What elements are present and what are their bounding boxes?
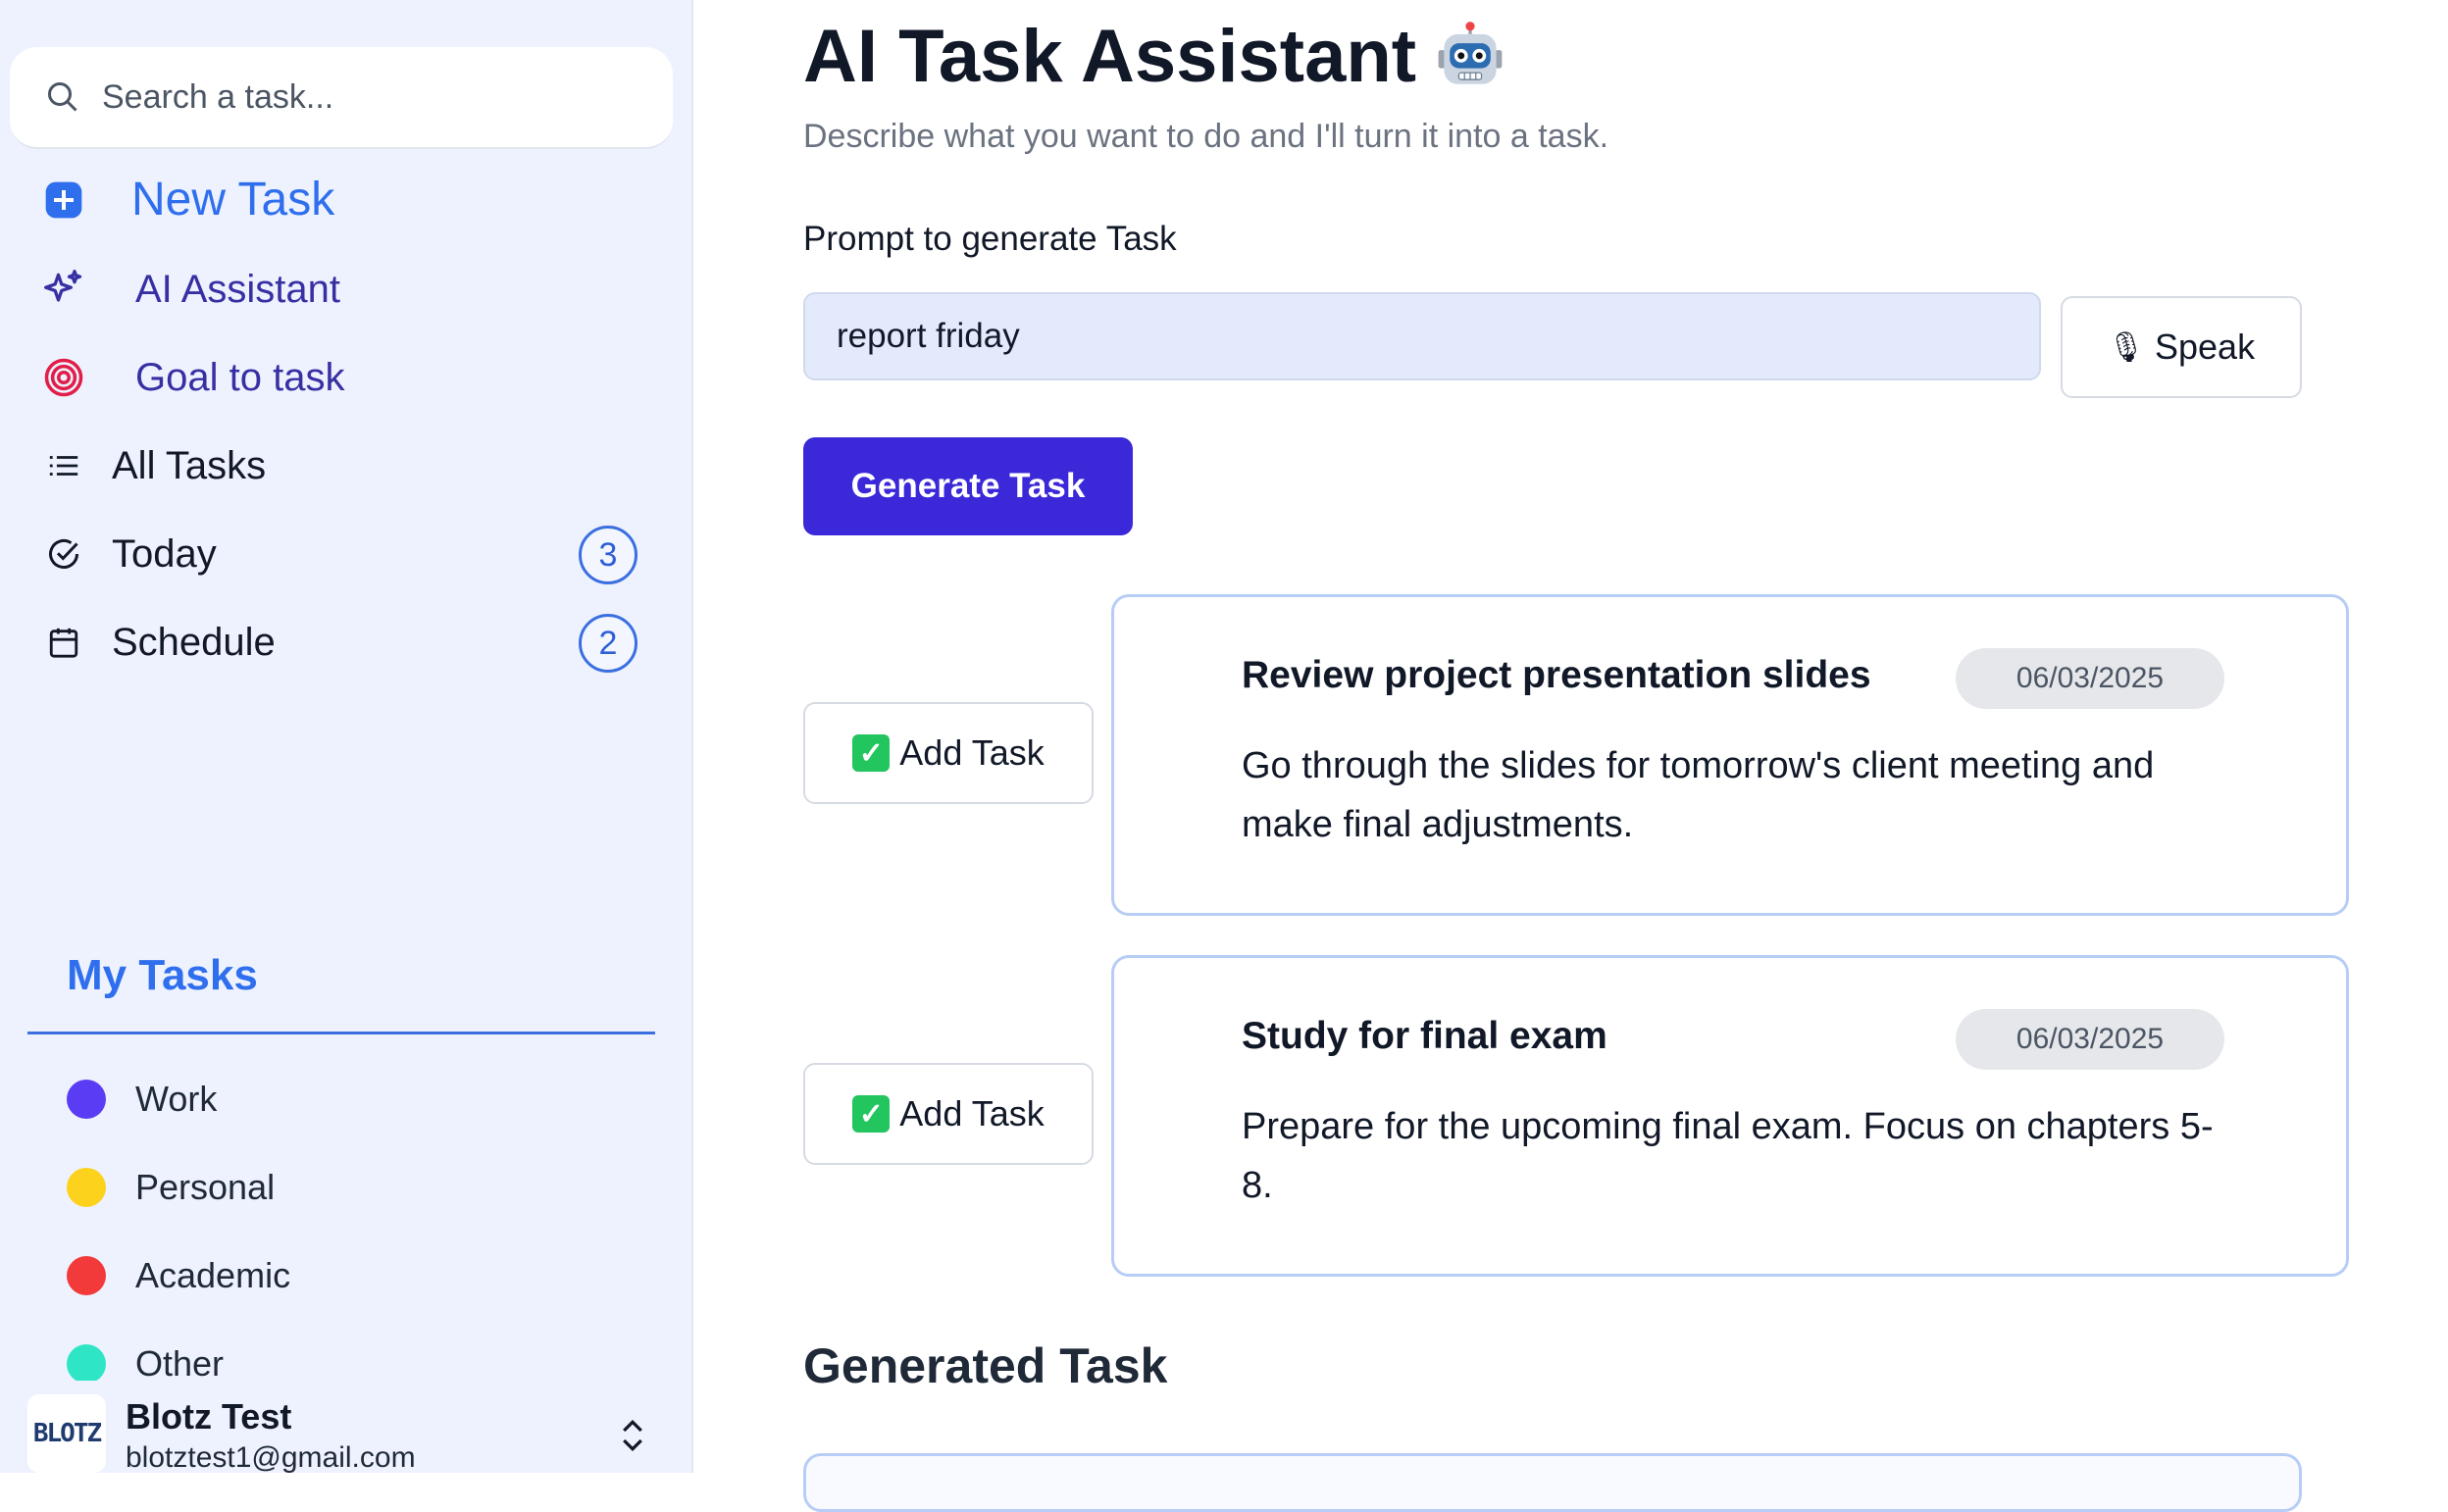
nav-goal-to-task-label: Goal to task xyxy=(135,355,345,399)
microphone-icon: 🎙 xyxy=(2107,330,2145,364)
speak-button[interactable]: 🎙 Speak xyxy=(2061,296,2302,398)
speak-button-label: Speak xyxy=(2155,327,2256,367)
page-title-text: AI Task Assistant xyxy=(803,15,1417,98)
nav-today-label: Today xyxy=(112,531,217,576)
generate-task-button[interactable]: Generate Task xyxy=(803,437,1133,535)
my-tasks-divider xyxy=(27,1032,655,1034)
calendar-icon xyxy=(39,618,88,667)
generated-task-heading: Generated Task xyxy=(803,1338,1168,1393)
category-personal[interactable]: Personal xyxy=(67,1167,275,1208)
prompt-label: Prompt to generate Task xyxy=(803,220,1177,258)
today-count-badge: 3 xyxy=(579,526,638,584)
task-date-badge: 06/03/2025 xyxy=(1956,648,2224,709)
page-subtitle: Describe what you want to do and I'll tu… xyxy=(803,118,1609,155)
nav-all-tasks[interactable]: All Tasks xyxy=(39,441,266,490)
user-name: Blotz Test xyxy=(126,1396,292,1436)
category-other[interactable]: Other xyxy=(67,1343,224,1385)
nav-all-tasks-label: All Tasks xyxy=(112,443,267,487)
check-circle-icon xyxy=(39,529,88,579)
task-description: Go through the slides for tomorrow's cli… xyxy=(1242,745,2155,845)
target-icon xyxy=(39,353,88,402)
nav-new-task[interactable]: New Task xyxy=(39,173,334,227)
task-date-badge: 06/03/2025 xyxy=(1956,1009,2224,1070)
category-color-dot xyxy=(67,1344,106,1384)
sparkles-icon xyxy=(39,265,88,314)
search-icon xyxy=(48,82,77,112)
check-mark-icon: ✓ xyxy=(852,734,891,772)
check-mark-icon: ✓ xyxy=(852,1095,891,1133)
search-input[interactable]: Search a task... xyxy=(10,47,673,149)
user-profile-bar[interactable]: BLOTZ Blotz Test blotztest1@gmail.com xyxy=(0,1381,691,1473)
page-title: AI Task Assistant xyxy=(803,14,1506,99)
task-title: Review project presentation slides xyxy=(1242,654,1871,696)
category-color-dot xyxy=(67,1168,106,1207)
add-task-label: Add Task xyxy=(899,1093,1045,1134)
nav-new-task-label: New Task xyxy=(131,174,335,226)
user-email: blotztest1@gmail.com xyxy=(126,1441,416,1473)
nav-schedule-label: Schedule xyxy=(112,620,276,664)
category-label: Work xyxy=(135,1079,218,1119)
plus-square-icon xyxy=(39,176,88,225)
category-label: Personal xyxy=(135,1167,276,1207)
sidebar: Search a task... New Task AI Assistant G… xyxy=(0,0,693,1473)
add-task-button[interactable]: ✓ Add Task xyxy=(803,702,1094,804)
add-task-label: Add Task xyxy=(899,732,1045,773)
category-academic[interactable]: Academic xyxy=(67,1255,290,1296)
task-description: Prepare for the upcoming final exam. Foc… xyxy=(1242,1106,2214,1206)
chevron-up-down-icon[interactable] xyxy=(618,1416,647,1455)
nav-ai-assistant[interactable]: AI Assistant xyxy=(39,265,340,314)
category-label: Other xyxy=(135,1343,225,1384)
category-label: Academic xyxy=(135,1255,291,1295)
robot-icon xyxy=(1438,21,1503,84)
schedule-count-badge: 2 xyxy=(579,614,638,673)
nav-ai-assistant-label: AI Assistant xyxy=(135,267,340,311)
generated-task-panel xyxy=(803,1453,2302,1512)
category-work[interactable]: Work xyxy=(67,1079,217,1120)
category-color-dot xyxy=(67,1256,106,1295)
task-suggestion-card: Study for final exam 06/03/2025 Prepare … xyxy=(1111,955,2349,1277)
my-tasks-heading: My Tasks xyxy=(67,951,258,999)
search-placeholder: Search a task... xyxy=(102,77,334,116)
nav-goal-to-task[interactable]: Goal to task xyxy=(39,353,344,402)
list-icon xyxy=(39,441,88,490)
nav-schedule[interactable]: Schedule 2 xyxy=(39,614,638,673)
nav-today[interactable]: Today 3 xyxy=(39,526,638,584)
main-content: AI Task Assistant Describe what you want… xyxy=(695,0,2448,1512)
task-suggestion-card: Review project presentation slides 06/03… xyxy=(1111,594,2349,916)
category-color-dot xyxy=(67,1080,106,1119)
add-task-button[interactable]: ✓ Add Task xyxy=(803,1063,1094,1165)
task-title: Study for final exam xyxy=(1242,1015,1607,1057)
prompt-input[interactable]: report friday xyxy=(803,292,2041,380)
avatar: BLOTZ xyxy=(27,1394,106,1473)
